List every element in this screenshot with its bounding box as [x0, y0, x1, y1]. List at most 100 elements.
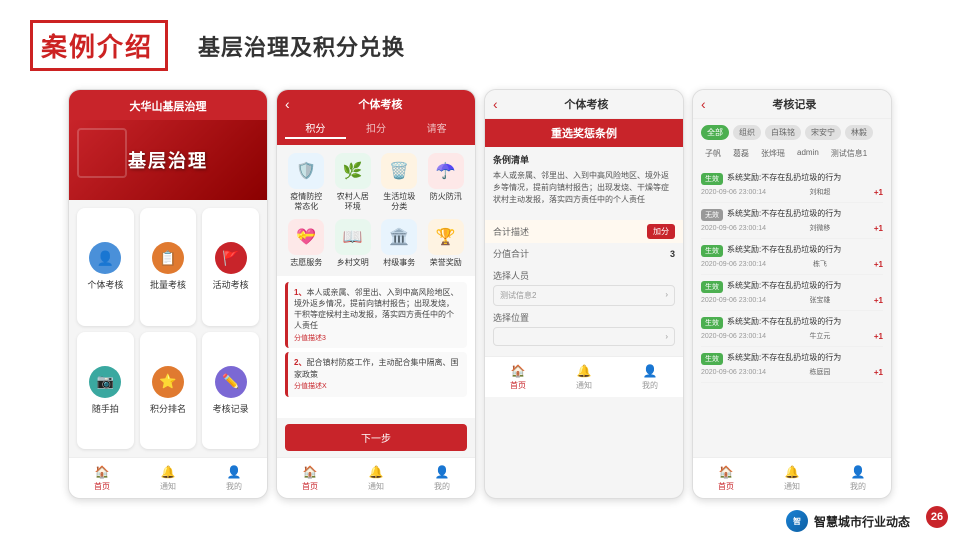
- s1-nav-notice[interactable]: 🔔 通知: [135, 462, 201, 494]
- s2-back-icon[interactable]: ‹: [285, 96, 290, 112]
- garbage-icon: 🗑️: [381, 153, 417, 189]
- s3-score-label: 合计描述: [493, 225, 529, 238]
- s3-red-bar: 重选奖惩条例: [485, 119, 683, 147]
- s3-select-location-box[interactable]: ›: [493, 327, 675, 346]
- grid-icon-4: 📷: [89, 366, 121, 398]
- grid-icon-1: 👤: [89, 242, 121, 274]
- s1-nav-mine[interactable]: 👤 我的: [201, 462, 267, 494]
- screens-container: 大华山基层治理 基层治理 👤 个体考核 📋 批量考核 🚩 活动考核: [30, 89, 930, 509]
- grid-item-3[interactable]: 🚩 活动考核: [202, 208, 259, 326]
- s4-badge-row-1: 生效 系统奖励:不存在乱扔垃圾的行为: [701, 172, 883, 185]
- sub-tag-2[interactable]: 葛磊: [729, 146, 753, 161]
- s3-select-person-title: 选择人员: [493, 269, 675, 282]
- s4-badge-6: 生效: [701, 353, 723, 365]
- grid-icon-6: ✏️: [215, 366, 247, 398]
- s3-nav-mine[interactable]: 👤 我的: [617, 361, 683, 393]
- s3-total-label: 分值合计: [493, 247, 529, 260]
- s3-select-person-value: 测试信息2: [500, 290, 536, 301]
- s2-home-icon: 🏠: [302, 464, 318, 480]
- s4-nav-mine[interactable]: 👤 我的: [825, 462, 891, 494]
- s2-header: ‹ 个体考核: [277, 90, 475, 118]
- s1-nav-home[interactable]: 🏠 首页: [69, 462, 135, 494]
- s2-icon-village[interactable]: 📖 乡村文明: [332, 219, 375, 268]
- s3-score-btn[interactable]: 加分: [647, 224, 675, 239]
- s3-select-person-arrow: ›: [665, 290, 668, 301]
- page-title: 基层治理及积分兑换: [198, 30, 405, 62]
- s3-select-person-section: 选择人员 测试信息2 › 选择位置 ›: [485, 264, 683, 356]
- s3-bottom-nav: 🏠 首页 🔔 通知 👤 我的: [485, 356, 683, 397]
- s3-select-location-arrow: ›: [665, 332, 668, 341]
- s2-tab-other[interactable]: 请客: [406, 118, 467, 139]
- grid-item-6[interactable]: ✏️ 考核记录: [202, 332, 259, 450]
- tag-person1[interactable]: 白珠铭: [765, 125, 801, 140]
- sub-tag-3[interactable]: 张烨瑶: [757, 146, 789, 161]
- s4-list-item-3: 生效 系统奖励:不存在乱扔垃圾的行为 2020-09-06 23:00:14 栋…: [701, 239, 883, 275]
- s2-tabs: 积分 扣分 请客: [277, 118, 475, 145]
- village-icon: 📖: [335, 219, 371, 255]
- s3-header-title: 个体考核: [498, 96, 675, 112]
- s4-list-item-4: 生效 系统奖励:不存在乱扔垃圾的行为 2020-09-06 23:00:14 张…: [701, 275, 883, 311]
- s2-next-btn[interactable]: 下一步: [285, 424, 467, 451]
- sub-tag-5[interactable]: 测试信息1: [827, 146, 871, 161]
- s4-notice-icon: 🔔: [784, 464, 800, 480]
- bottom-info: 智 智慧城市行业动态: [786, 510, 910, 532]
- s3-notice-icon: 🔔: [576, 363, 592, 379]
- s3-nav-home[interactable]: 🏠 首页: [485, 361, 551, 393]
- tag-person3[interactable]: 林毅: [845, 125, 873, 140]
- s4-header-title: 考核记录: [706, 96, 883, 112]
- page-wrapper: 案例介绍 基层治理及积分兑换 大华山基层治理 基层治理 👤 个体考核 📋 批量考…: [0, 0, 960, 540]
- s3-nav-notice[interactable]: 🔔 通知: [551, 361, 617, 393]
- s2-header-title: 个体考核: [294, 96, 467, 112]
- sub-tag-4[interactable]: admin: [793, 146, 823, 161]
- s3-home-icon: 🏠: [510, 363, 526, 379]
- s4-nav-notice[interactable]: 🔔 通知: [759, 462, 825, 494]
- grid-icon-3: 🚩: [215, 242, 247, 274]
- s2-tab-score[interactable]: 积分: [285, 118, 346, 139]
- grid-label-1: 个体考核: [87, 278, 123, 291]
- s4-nav-home[interactable]: 🏠 首页: [693, 462, 759, 494]
- s2-icon-volunteer[interactable]: 💝 志愿服务: [285, 219, 328, 268]
- s3-case-text: 本人或亲属、邻里出、入到中高风险地区、境外返乡等情况，提前向镇村报告；出现发烧、…: [493, 170, 675, 206]
- s4-list-item-2: 无效 系统奖励:不存在乱扔垃圾的行为 2020-09-06 23:00:14 刘…: [701, 203, 883, 239]
- grid-label-2: 批量考核: [150, 278, 186, 291]
- header: 案例介绍 基层治理及积分兑换: [30, 20, 930, 71]
- grid-item-1[interactable]: 👤 个体考核: [77, 208, 134, 326]
- s2-nav-home[interactable]: 🏠 首页: [277, 462, 343, 494]
- s4-badge-1: 生效: [701, 173, 723, 185]
- sub-tag-1[interactable]: 子帆: [701, 146, 725, 161]
- tag-all[interactable]: 全部: [701, 125, 729, 140]
- s4-badge-3: 生效: [701, 245, 723, 257]
- s2-icon-rural[interactable]: 🌿 农村人居环境: [332, 153, 375, 211]
- s2-icon-garbage[interactable]: 🗑️ 生活垃圾分类: [378, 153, 421, 211]
- fire-icon: ☂️: [428, 153, 464, 189]
- s1-nav-title: 大华山基层治理: [69, 90, 267, 120]
- grid-label-3: 活动考核: [213, 278, 249, 291]
- s2-icon-honor[interactable]: 🏆 荣誉奖励: [425, 219, 468, 268]
- screen4: ‹ 考核记录 全部 组织 白珠铭 宋安宁 林毅 子帆 葛磊 张烨瑶 admin …: [692, 89, 892, 499]
- s3-case-section: 条例清单 本人或亲属、邻里出、入到中高风险地区、境外返乡等情况，提前向镇村报告；…: [485, 147, 683, 220]
- grid-item-2[interactable]: 📋 批量考核: [140, 208, 197, 326]
- s4-list-item-6: 生效 系统奖励:不存在乱扔垃圾的行为 2020-09-06 23:00:14 栋…: [701, 347, 883, 383]
- s4-badge-4: 生效: [701, 281, 723, 293]
- s3-total-value: 3: [670, 249, 675, 259]
- s3-total-row: 分值合计 3: [485, 243, 683, 264]
- s4-tags: 全部 组织 白珠铭 宋安宁 林毅: [693, 119, 891, 146]
- s4-mine-icon: 👤: [850, 464, 866, 480]
- s2-nav-mine[interactable]: 👤 我的: [409, 462, 475, 494]
- tag-person2[interactable]: 宋安宁: [805, 125, 841, 140]
- s2-nav-notice[interactable]: 🔔 通知: [343, 462, 409, 494]
- s2-tab-deduct[interactable]: 扣分: [346, 118, 407, 139]
- s2-icon-affairs[interactable]: 🏛️ 村级事务: [378, 219, 421, 268]
- s2-bottom-nav: 🏠 首页 🔔 通知 👤 我的: [277, 457, 475, 498]
- s1-banner-text: 基层治理: [128, 147, 208, 173]
- s3-case-list-title: 条例清单: [493, 153, 675, 166]
- grid-item-5[interactable]: ⭐ 积分排名: [140, 332, 197, 450]
- s4-list: 生效 系统奖励:不存在乱扔垃圾的行为 2020-09-06 23:00:14 刘…: [693, 167, 891, 457]
- s4-sub-tags: 子帆 葛磊 张烨瑶 admin 测试信息1: [693, 146, 891, 167]
- grid-label-4: 随手拍: [92, 402, 119, 415]
- tag-group[interactable]: 组织: [733, 125, 761, 140]
- grid-item-4[interactable]: 📷 随手拍: [77, 332, 134, 450]
- s3-select-person-box[interactable]: 测试信息2 ›: [493, 285, 675, 306]
- s2-icon-epidemic[interactable]: 🛡️ 疫情防控常态化: [285, 153, 328, 211]
- s2-icon-fire[interactable]: ☂️ 防火防汛: [425, 153, 468, 211]
